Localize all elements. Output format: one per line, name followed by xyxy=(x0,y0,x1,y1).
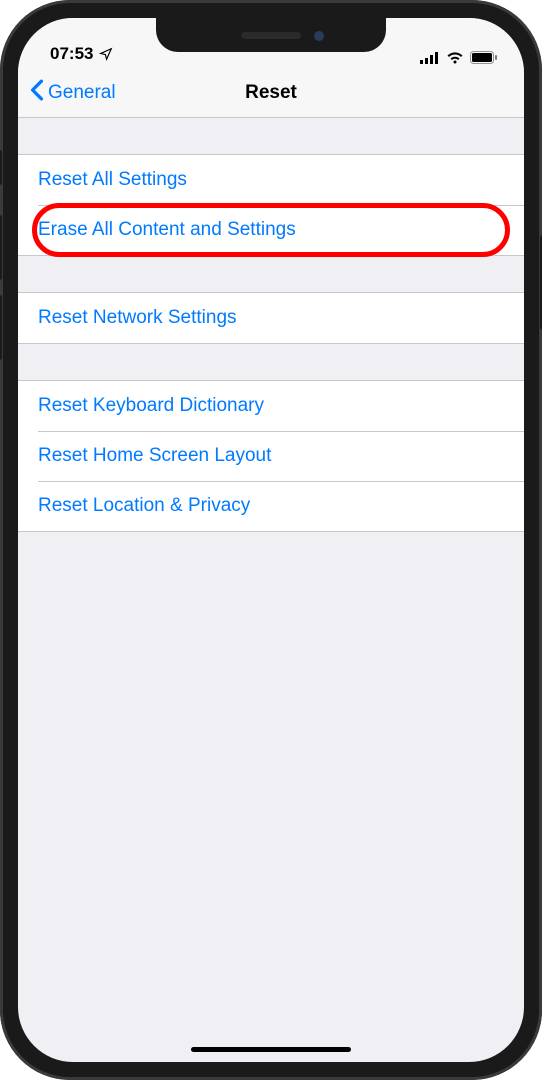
home-indicator[interactable] xyxy=(191,1047,351,1052)
cellular-icon xyxy=(420,52,440,64)
phone-frame: 07:53 xyxy=(0,0,542,1080)
page-title: Reset xyxy=(245,82,297,104)
notch xyxy=(156,18,386,52)
battery-icon xyxy=(470,51,498,64)
status-time: 07:53 xyxy=(50,44,93,64)
back-label: General xyxy=(48,82,116,104)
settings-group: Reset Keyboard DictionaryReset Home Scre… xyxy=(18,380,524,532)
reset-location-privacy[interactable]: Reset Location & Privacy xyxy=(18,481,524,531)
nav-bar: General Reset xyxy=(18,68,524,118)
screen: 07:53 xyxy=(18,18,524,1062)
settings-group: Reset All SettingsErase All Content and … xyxy=(18,154,524,256)
settings-content: Reset All SettingsErase All Content and … xyxy=(18,154,524,532)
location-icon xyxy=(99,47,113,61)
speaker xyxy=(241,32,301,39)
mute-switch xyxy=(0,150,2,185)
back-button[interactable]: General xyxy=(30,79,116,107)
reset-all-settings[interactable]: Reset All Settings xyxy=(18,155,524,205)
erase-all-content[interactable]: Erase All Content and Settings xyxy=(18,205,524,255)
chevron-left-icon xyxy=(30,79,44,107)
status-right xyxy=(420,51,498,64)
reset-network-settings[interactable]: Reset Network Settings xyxy=(18,293,524,343)
volume-down-button xyxy=(0,295,2,360)
reset-keyboard-dictionary[interactable]: Reset Keyboard Dictionary xyxy=(18,381,524,431)
volume-up-button xyxy=(0,215,2,280)
wifi-icon xyxy=(446,51,464,64)
front-camera xyxy=(314,31,324,41)
status-left: 07:53 xyxy=(50,44,113,64)
settings-group: Reset Network Settings xyxy=(18,292,524,344)
reset-home-screen-layout[interactable]: Reset Home Screen Layout xyxy=(18,431,524,481)
